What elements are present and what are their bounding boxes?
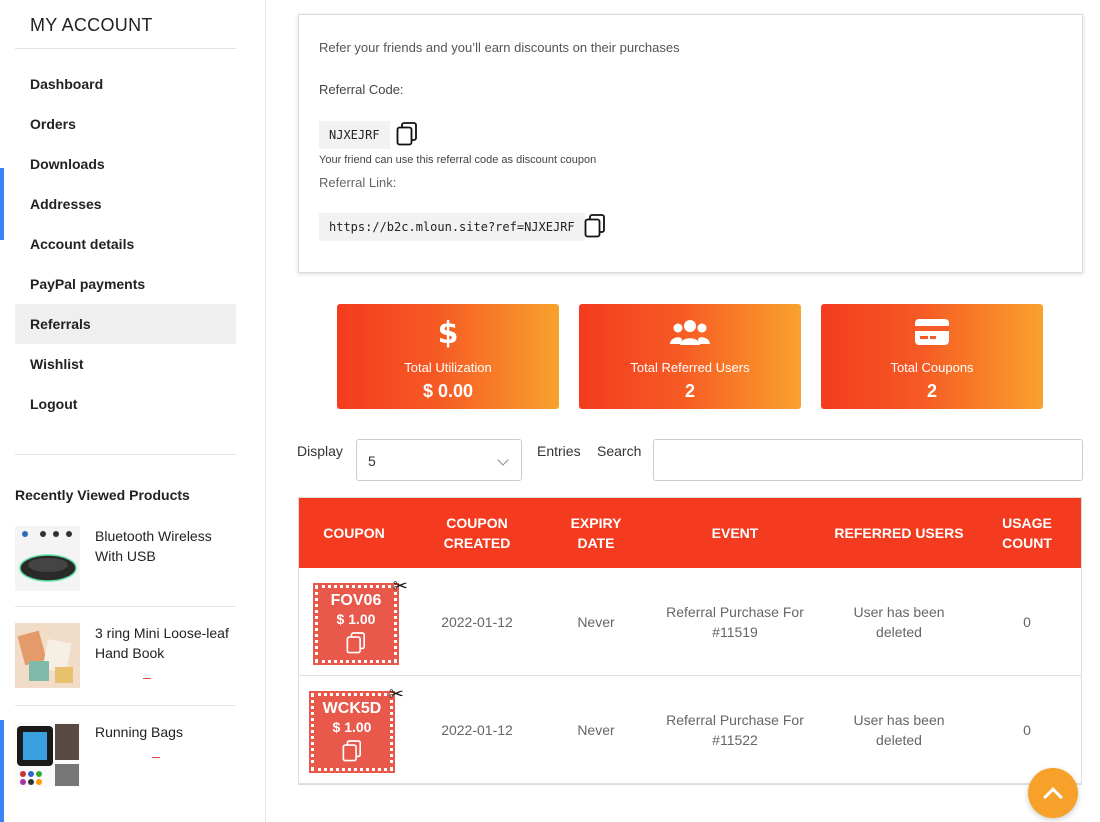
table-row: ✂ FOV06 $ 1.00 2022-01-12 Never Referral… (299, 568, 1081, 676)
referred-users: User has been deleted (853, 604, 945, 640)
copy-icon[interactable] (342, 740, 362, 762)
scroll-accent (0, 720, 4, 822)
product-thumbnail[interactable] (15, 526, 80, 591)
copy-icon[interactable] (346, 632, 366, 654)
copy-icon[interactable] (584, 214, 606, 238)
menu-item-addresses[interactable]: Addresses (15, 184, 236, 224)
menu-item-paypal-payments[interactable]: PayPal payments (15, 264, 236, 304)
column-header[interactable]: EXPIRY DATE (551, 498, 641, 568)
table-row: ✂ WCK5D $ 1.00 2022-01-12 Never Referral… (299, 676, 1081, 784)
stat-total-coupons: Total Coupons 2 (821, 304, 1043, 409)
coupon-created: 2022-01-12 (441, 722, 513, 738)
svg-text:$: $ (438, 316, 459, 348)
stat-label: Total Utilization (404, 360, 492, 375)
divider (15, 48, 236, 49)
referred-users: User has been deleted (853, 712, 945, 748)
referral-code[interactable]: NJXEJRF (319, 121, 390, 149)
recently-viewed-title: Recently Viewed Products (15, 487, 190, 503)
column-header[interactable]: COUPON CREATED (427, 498, 527, 568)
coupon-code: FOV06 (330, 592, 382, 609)
referral-intro: Refer your friends and you’ll earn disco… (319, 40, 680, 55)
coupon-code: WCK5D (322, 700, 382, 717)
coupon-ticket[interactable]: ✂ FOV06 $ 1.00 (313, 576, 408, 665)
stat-total-utilization: $ Total Utilization $ 0.00 (337, 304, 559, 409)
users-icon (579, 316, 801, 348)
stat-value: $ 0.00 (422, 381, 474, 401)
divider (15, 705, 236, 706)
coupon-ticket[interactable]: ✂ WCK5D $ 1.00 (309, 684, 404, 773)
column-header[interactable]: REFERRED USERS (829, 498, 969, 568)
divider (15, 606, 236, 607)
referral-code-label: Referral Code: (319, 82, 404, 97)
referral-code-hint: Your friend can use this referral code a… (319, 154, 597, 166)
account-menu: Dashboard Orders Downloads Addresses Acc… (15, 64, 236, 424)
product-price: – (143, 669, 151, 685)
page: MY ACCOUNT Dashboard Orders Downloads Ad… (0, 0, 1100, 822)
product-name[interactable]: Bluetooth Wireless With USB (95, 526, 235, 566)
column-header[interactable]: EVENT (665, 498, 805, 568)
search-input[interactable] (653, 439, 1083, 481)
coupon-amount: $ 1.00 (332, 719, 372, 735)
scissors-icon: ✂ (388, 684, 404, 704)
scissors-icon: ✂ (392, 576, 408, 596)
coupon-amount: $ 1.00 (336, 611, 376, 627)
credit-card-icon (821, 316, 1043, 348)
stat-label: Total Coupons (890, 360, 974, 375)
product-name[interactable]: Running Bags (95, 722, 235, 742)
product-thumbnail[interactable] (15, 623, 80, 688)
stat-total-referred-users: Total Referred Users 2 (579, 304, 801, 409)
product-name[interactable]: 3 ring Mini Loose-leaf Hand Book (95, 623, 235, 663)
menu-item-orders[interactable]: Orders (15, 104, 236, 144)
chevron-up-icon (1043, 786, 1063, 807)
column-header[interactable]: COUPON (299, 498, 409, 568)
column-header[interactable]: USAGE COUNT (987, 498, 1067, 568)
menu-item-downloads[interactable]: Downloads (15, 144, 236, 184)
search-label: Search (597, 443, 642, 459)
coupons-table: COUPON COUPON CREATED EXPIRY DATE EVENT … (298, 497, 1082, 785)
menu-item-wishlist[interactable]: Wishlist (15, 344, 236, 384)
scroll-accent (0, 168, 4, 240)
entries-label: Entries (537, 443, 581, 459)
dollar-icon: $ (337, 316, 559, 348)
referral-card: Refer your friends and you’ll earn disco… (298, 14, 1083, 273)
event: Referral Purchase For #11519 (666, 604, 804, 640)
expiry-date: Never (577, 614, 615, 630)
product-thumbnail[interactable] (15, 722, 80, 787)
stat-label: Total Referred Users (630, 360, 750, 375)
scroll-to-top-button[interactable] (1028, 768, 1078, 818)
menu-item-referrals[interactable]: Referrals (15, 304, 236, 344)
referral-link-label: Referral Link: (319, 175, 397, 190)
copy-icon[interactable] (396, 122, 418, 146)
entries-select[interactable]: 5 (356, 439, 522, 481)
menu-item-logout[interactable]: Logout (15, 384, 236, 424)
entries-select-value: 5 (368, 453, 376, 469)
table-header: COUPON COUPON CREATED EXPIRY DATE EVENT … (299, 498, 1081, 568)
stat-value: 2 (684, 381, 695, 401)
product-price: – (152, 748, 160, 764)
chevron-down-icon (497, 454, 509, 466)
expiry-date: Never (577, 722, 615, 738)
account-sidebar: MY ACCOUNT Dashboard Orders Downloads Ad… (0, 0, 266, 822)
menu-item-dashboard[interactable]: Dashboard (15, 64, 236, 104)
sidebar-title: MY ACCOUNT (30, 15, 153, 35)
display-label: Display (297, 443, 343, 459)
stat-value: 2 (926, 381, 937, 401)
referral-link[interactable]: https://b2c.mloun.site?ref=NJXEJRF (319, 213, 585, 241)
coupon-created: 2022-01-12 (441, 614, 513, 630)
usage-count: 0 (1023, 614, 1031, 630)
menu-item-account-details[interactable]: Account details (15, 224, 236, 264)
event: Referral Purchase For #11522 (666, 712, 804, 748)
divider (15, 454, 236, 455)
